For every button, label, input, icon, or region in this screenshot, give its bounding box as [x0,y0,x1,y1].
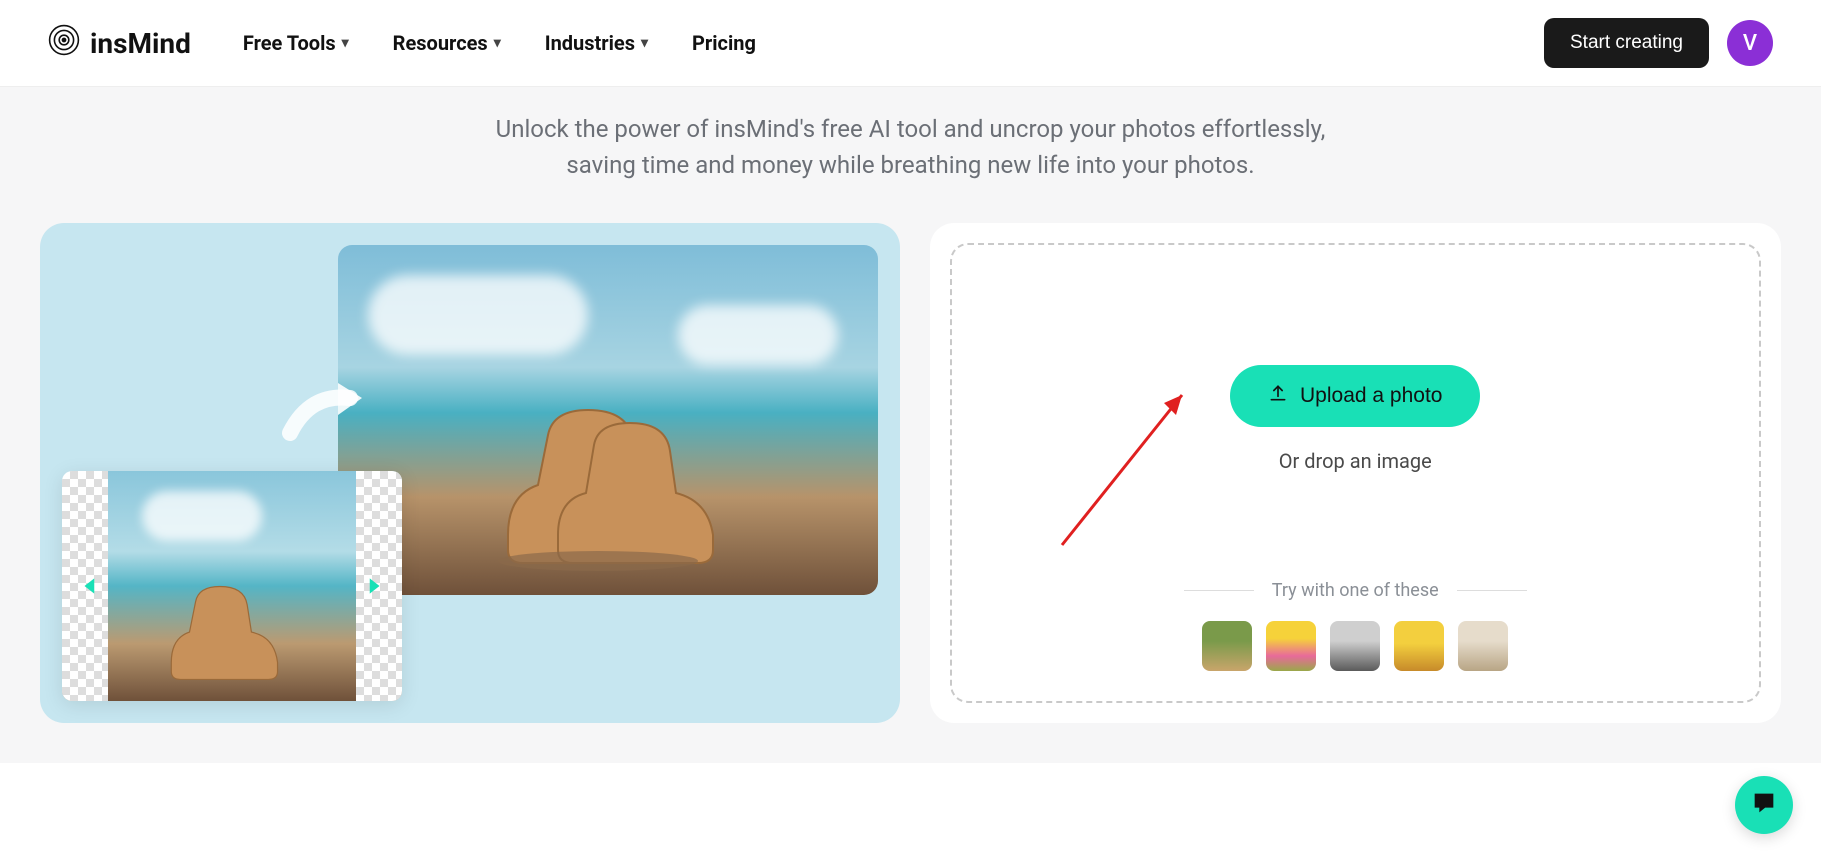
demo-panel [40,223,900,723]
nav-item-label: Pricing [692,31,756,55]
nav-item-label: Resources [393,31,488,55]
sample-label: Try with one of these [1272,580,1439,601]
chevron-down-icon: ▾ [494,35,501,51]
nav-resources[interactable]: Resources ▾ [393,31,501,55]
sample-divider: Try with one of these [972,580,1740,601]
user-avatar[interactable]: V [1727,20,1773,66]
drop-zone[interactable]: Upload a photo Or drop an image Try with… [950,243,1762,703]
drop-hint-text: Or drop an image [1279,449,1432,473]
nav-free-tools[interactable]: Free Tools ▾ [243,31,349,55]
main-header: insMind Free Tools ▾ Resources ▾ Industr… [0,0,1821,87]
expand-left-icon [76,571,106,601]
demo-expanded-image [338,245,878,595]
sample-thumb-5[interactable] [1458,621,1508,671]
nav-item-label: Free Tools [243,31,336,55]
nav-pricing[interactable]: Pricing [692,31,756,55]
header-right: Start creating V [1544,18,1773,68]
hero-description: Unlock the power of insMind's free AI to… [461,87,1361,223]
upload-photo-button[interactable]: Upload a photo [1230,365,1480,427]
brand-name: insMind [90,27,191,60]
start-creating-button[interactable]: Start creating [1544,18,1709,68]
chevron-down-icon: ▾ [342,35,349,51]
upload-button-label: Upload a photo [1300,384,1442,408]
brand-logo[interactable]: insMind [48,24,191,63]
demo-original-image [62,471,402,701]
expand-right-icon [358,571,388,601]
sample-thumb-4[interactable] [1394,621,1444,671]
upload-panel: Upload a photo Or drop an image Try with… [930,223,1782,723]
chevron-down-icon: ▾ [641,35,648,51]
chat-icon [1750,789,1778,821]
panels-row: Upload a photo Or drop an image Try with… [0,223,1821,763]
sample-thumb-3[interactable] [1330,621,1380,671]
logo-mark-icon [48,24,80,63]
nav-item-label: Industries [545,31,635,55]
demo-boot-icon [468,375,748,575]
chat-support-button[interactable] [1735,776,1793,834]
header-left: insMind Free Tools ▾ Resources ▾ Industr… [48,24,756,63]
transition-arrow-icon [280,373,380,453]
nav-industries[interactable]: Industries ▾ [545,31,648,55]
sample-thumbnails [972,621,1740,671]
upload-icon [1268,383,1288,409]
sample-thumb-1[interactable] [1202,621,1252,671]
sample-section: Try with one of these [972,520,1740,671]
sample-thumb-2[interactable] [1266,621,1316,671]
main-nav: Free Tools ▾ Resources ▾ Industries ▾ Pr… [243,31,756,55]
